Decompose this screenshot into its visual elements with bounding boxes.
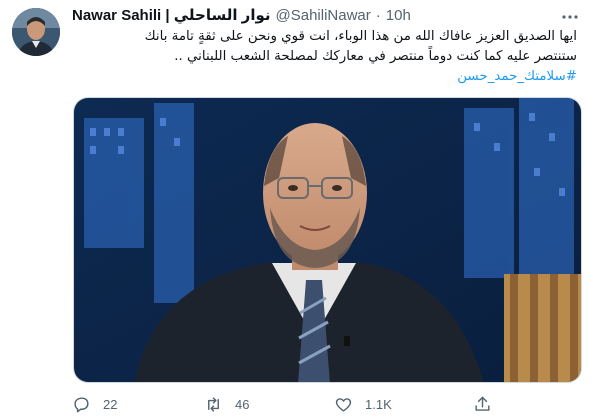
user-handle[interactable]: @SahiliNawar bbox=[276, 6, 371, 26]
share-icon bbox=[475, 396, 490, 411]
reply-icon bbox=[74, 396, 89, 412]
tweet[interactable]: Nawar Sahili | نوار الساحلي @SahiliNawar… bbox=[0, 0, 590, 419]
reply-count: 22 bbox=[103, 396, 118, 412]
retweet-icon bbox=[208, 396, 219, 412]
separator-dot: · bbox=[375, 7, 381, 24]
heart-icon bbox=[335, 397, 352, 412]
timestamp[interactable]: 10h bbox=[386, 6, 411, 26]
share-button[interactable] bbox=[473, 395, 492, 414]
hashtag-link[interactable]: #سلامتك_حمد_حسن bbox=[457, 69, 577, 84]
retweet-button[interactable]: 46 bbox=[204, 395, 249, 414]
display-name[interactable]: Nawar Sahili | نوار الساحلي bbox=[72, 6, 271, 26]
tweet-text-line-1: ايها الصديق العزيز عافاك الله من هذا الو… bbox=[144, 29, 577, 44]
avatar[interactable] bbox=[12, 8, 60, 56]
tweet-text-line-2: ستنتصر عليه كما كنت دوماً منتصر في معارك… bbox=[174, 49, 577, 64]
tweet-photo[interactable] bbox=[73, 97, 582, 383]
more-horizontal-icon[interactable] bbox=[560, 8, 580, 26]
tweet-actions: 22 46 1.1K bbox=[72, 394, 532, 414]
like-count: 1.1K bbox=[365, 396, 392, 412]
tweet-header: Nawar Sahili | نوار الساحلي @SahiliNawar… bbox=[72, 6, 566, 26]
tweet-text: ايها الصديق العزيز عافاك الله من هذا الو… bbox=[72, 27, 577, 87]
reply-button[interactable]: 22 bbox=[72, 395, 117, 414]
like-button[interactable]: 1.1K bbox=[334, 395, 392, 414]
retweet-count: 46 bbox=[235, 396, 250, 412]
